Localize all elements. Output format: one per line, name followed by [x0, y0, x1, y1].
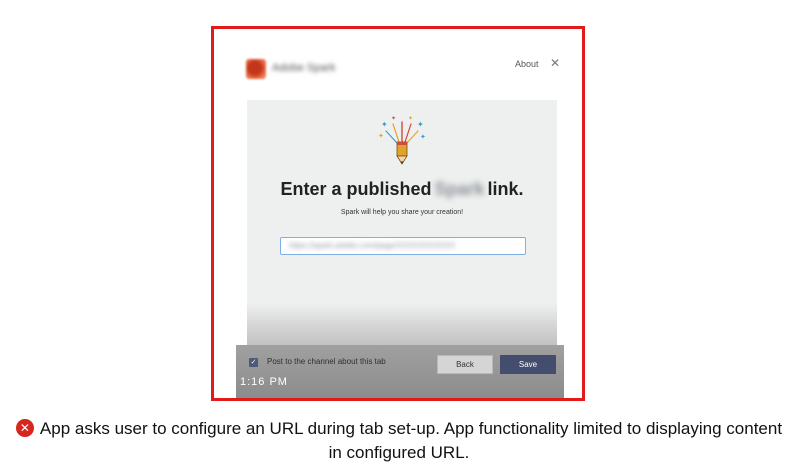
config-card: ✦ ✦ ✦ ✦ ✦ ✦ Enter a published Spark link. … — [247, 100, 557, 377]
svg-text:✦: ✦ — [408, 115, 413, 122]
back-button[interactable]: Back — [437, 355, 493, 374]
svg-text:✦: ✦ — [381, 120, 388, 129]
app-logo-icon — [246, 59, 266, 79]
close-icon[interactable]: ✕ — [550, 56, 560, 70]
title-suffix: link. — [487, 179, 524, 199]
pencil-celebration-icon: ✦ ✦ ✦ ✦ ✦ ✦ — [378, 115, 426, 165]
svg-text:✦: ✦ — [378, 132, 384, 140]
card-subtitle: Spark will help you share your creation! — [340, 209, 464, 216]
save-button[interactable]: Save — [500, 355, 556, 374]
url-input-value: https://spark.adobe.com/page/XXXXXXXXXXX — [289, 241, 456, 250]
guideline-caption: ✕ App asks user to configure an URL durin… — [14, 417, 784, 465]
card-title: Enter a published Spark link. — [247, 179, 557, 200]
svg-text:✦: ✦ — [420, 133, 426, 141]
screenshot-frame: Adobe Spark About ✕ ✦ ✦ ✦ ✦ ✦ ✦ Enter a … — [211, 26, 585, 401]
about-link[interactable]: About — [515, 59, 539, 69]
post-to-channel-label: Post to the channel about this tab — [267, 357, 386, 366]
url-input[interactable]: https://spark.adobe.com/page/XXXXXXXXXXX — [280, 237, 526, 255]
caption-text: App asks user to configure an URL during… — [39, 419, 783, 462]
title-prefix: Enter a published — [280, 179, 432, 199]
config-dialog: Adobe Spark About ✕ ✦ ✦ ✦ ✦ ✦ ✦ Enter a … — [214, 29, 582, 398]
svg-text:✦: ✦ — [391, 115, 396, 122]
error-x-icon: ✕ — [15, 419, 34, 437]
post-to-channel-checkbox[interactable]: ✓ — [249, 358, 258, 367]
title-blurred-word: Spark — [434, 179, 485, 199]
app-name: Adobe Spark — [272, 62, 336, 74]
clock-watermark: 1:16 PM — [240, 376, 288, 388]
svg-text:✦: ✦ — [417, 120, 424, 129]
